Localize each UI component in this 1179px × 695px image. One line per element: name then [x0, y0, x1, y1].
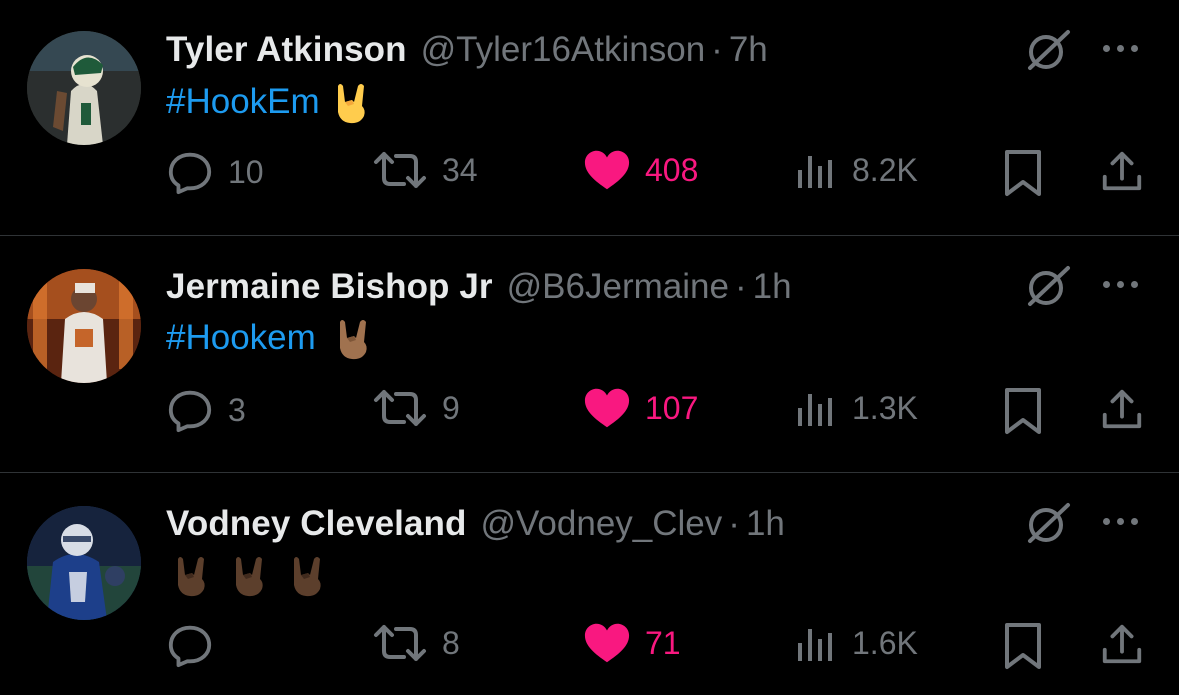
author-handle[interactable]: @Vodney_Clev: [480, 504, 722, 544]
reply-icon: [168, 152, 212, 195]
heart-icon: [584, 150, 630, 190]
views-count: 1.3K: [852, 389, 918, 426]
like-button[interactable]: 107: [583, 386, 698, 430]
heart-icon: [584, 623, 630, 663]
tweet[interactable]: Tyler Atkinson @Tyler16Atkinson · 7h #Ho…: [0, 0, 1179, 235]
like-button[interactable]: 71: [583, 621, 681, 665]
sign-of-horns-emoji: [230, 553, 270, 597]
retweet-icon: [374, 152, 426, 188]
bookmark-button[interactable]: [1001, 148, 1045, 198]
bookmark-button[interactable]: [1001, 386, 1045, 436]
retweet-button[interactable]: 9: [372, 386, 460, 430]
grok-icon[interactable]: [1022, 264, 1074, 308]
action-bar: 8 71 1.6K: [0, 621, 1179, 671]
tweet-text: #HookEm: [166, 80, 372, 124]
more-icon[interactable]: [1103, 511, 1147, 531]
retweet-count: 8: [442, 624, 460, 661]
views-icon: [798, 629, 832, 661]
retweet-button[interactable]: 8: [372, 621, 460, 665]
hashtag-link[interactable]: #HookEm: [166, 82, 320, 122]
more-icon[interactable]: [1103, 38, 1147, 58]
grok-icon[interactable]: [1022, 501, 1074, 545]
tweet[interactable]: Jermaine Bishop Jr @B6Jermaine · 1h #Hoo…: [0, 236, 1179, 472]
bookmark-icon: [1005, 388, 1041, 434]
views-count: 8.2K: [852, 151, 918, 188]
views-button[interactable]: 1.3K: [794, 386, 918, 430]
reply-icon: [168, 390, 212, 433]
reply-button[interactable]: 10: [166, 148, 264, 196]
sign-of-horns-emoji: [172, 553, 212, 597]
author-handle[interactable]: @B6Jermaine: [507, 267, 729, 307]
timestamp[interactable]: 7h: [729, 30, 768, 70]
sign-of-horns-emoji: [288, 553, 328, 597]
timestamp[interactable]: 1h: [753, 267, 792, 307]
author-handle[interactable]: @Tyler16Atkinson: [421, 30, 706, 70]
tweet-header: Jermaine Bishop Jr @B6Jermaine · 1h: [166, 267, 792, 307]
like-button[interactable]: 408: [583, 148, 698, 192]
reply-icon: [168, 625, 212, 668]
more-icon[interactable]: [1103, 274, 1147, 294]
bookmark-icon: [1005, 150, 1041, 196]
timestamp[interactable]: 1h: [746, 504, 785, 544]
retweet-count: 34: [442, 151, 478, 188]
like-count: 71: [645, 624, 681, 661]
views-button[interactable]: 8.2K: [794, 148, 918, 192]
separator: ·: [734, 267, 747, 306]
views-count: 1.6K: [852, 624, 918, 661]
views-icon: [798, 156, 832, 188]
tweet-text: [172, 553, 328, 597]
retweet-count: 9: [442, 389, 460, 426]
sign-of-horns-emoji: [334, 316, 374, 360]
bookmark-button[interactable]: [1001, 621, 1045, 671]
share-icon: [1102, 389, 1142, 429]
tweet[interactable]: Vodney Cleveland @Vodney_Clev · 1h 8 71 …: [0, 473, 1179, 695]
reply-button[interactable]: [166, 621, 228, 669]
views-button[interactable]: 1.6K: [794, 621, 918, 665]
views-icon: [798, 394, 832, 426]
share-button[interactable]: [1099, 621, 1145, 667]
author-name[interactable]: Tyler Atkinson: [166, 30, 407, 70]
share-button[interactable]: [1099, 386, 1145, 432]
avatar[interactable]: [27, 506, 141, 620]
share-icon: [1102, 624, 1142, 664]
hashtag-link[interactable]: #Hookem: [166, 318, 316, 358]
action-bar: 3 9 107 1.3K: [0, 386, 1179, 436]
grok-icon[interactable]: [1022, 28, 1074, 72]
like-count: 107: [645, 389, 699, 426]
author-name[interactable]: Jermaine Bishop Jr: [166, 267, 493, 307]
tweet-header: Tyler Atkinson @Tyler16Atkinson · 7h: [166, 30, 768, 70]
avatar[interactable]: [27, 31, 141, 145]
reply-count: 3: [228, 391, 246, 428]
retweet-icon: [374, 390, 426, 426]
separator: ·: [711, 30, 723, 69]
separator: ·: [728, 504, 740, 543]
tweet-feed: Tyler Atkinson @Tyler16Atkinson · 7h #Ho…: [0, 0, 1179, 695]
author-name[interactable]: Vodney Cleveland: [166, 504, 466, 544]
like-count: 408: [645, 151, 699, 188]
reply-button[interactable]: 3: [166, 386, 246, 434]
tweet-text: #Hookem: [166, 316, 374, 360]
share-icon: [1102, 151, 1142, 191]
avatar[interactable]: [27, 269, 141, 383]
heart-icon: [584, 388, 630, 428]
action-bar: 10 34 408 8.2K: [0, 148, 1179, 198]
bookmark-icon: [1005, 623, 1041, 669]
reply-count: 10: [228, 153, 264, 190]
share-button[interactable]: [1099, 148, 1145, 194]
sign-of-horns-emoji: [332, 80, 372, 124]
retweet-icon: [374, 625, 426, 661]
tweet-header: Vodney Cleveland @Vodney_Clev · 1h: [166, 504, 785, 544]
retweet-button[interactable]: 34: [372, 148, 478, 192]
